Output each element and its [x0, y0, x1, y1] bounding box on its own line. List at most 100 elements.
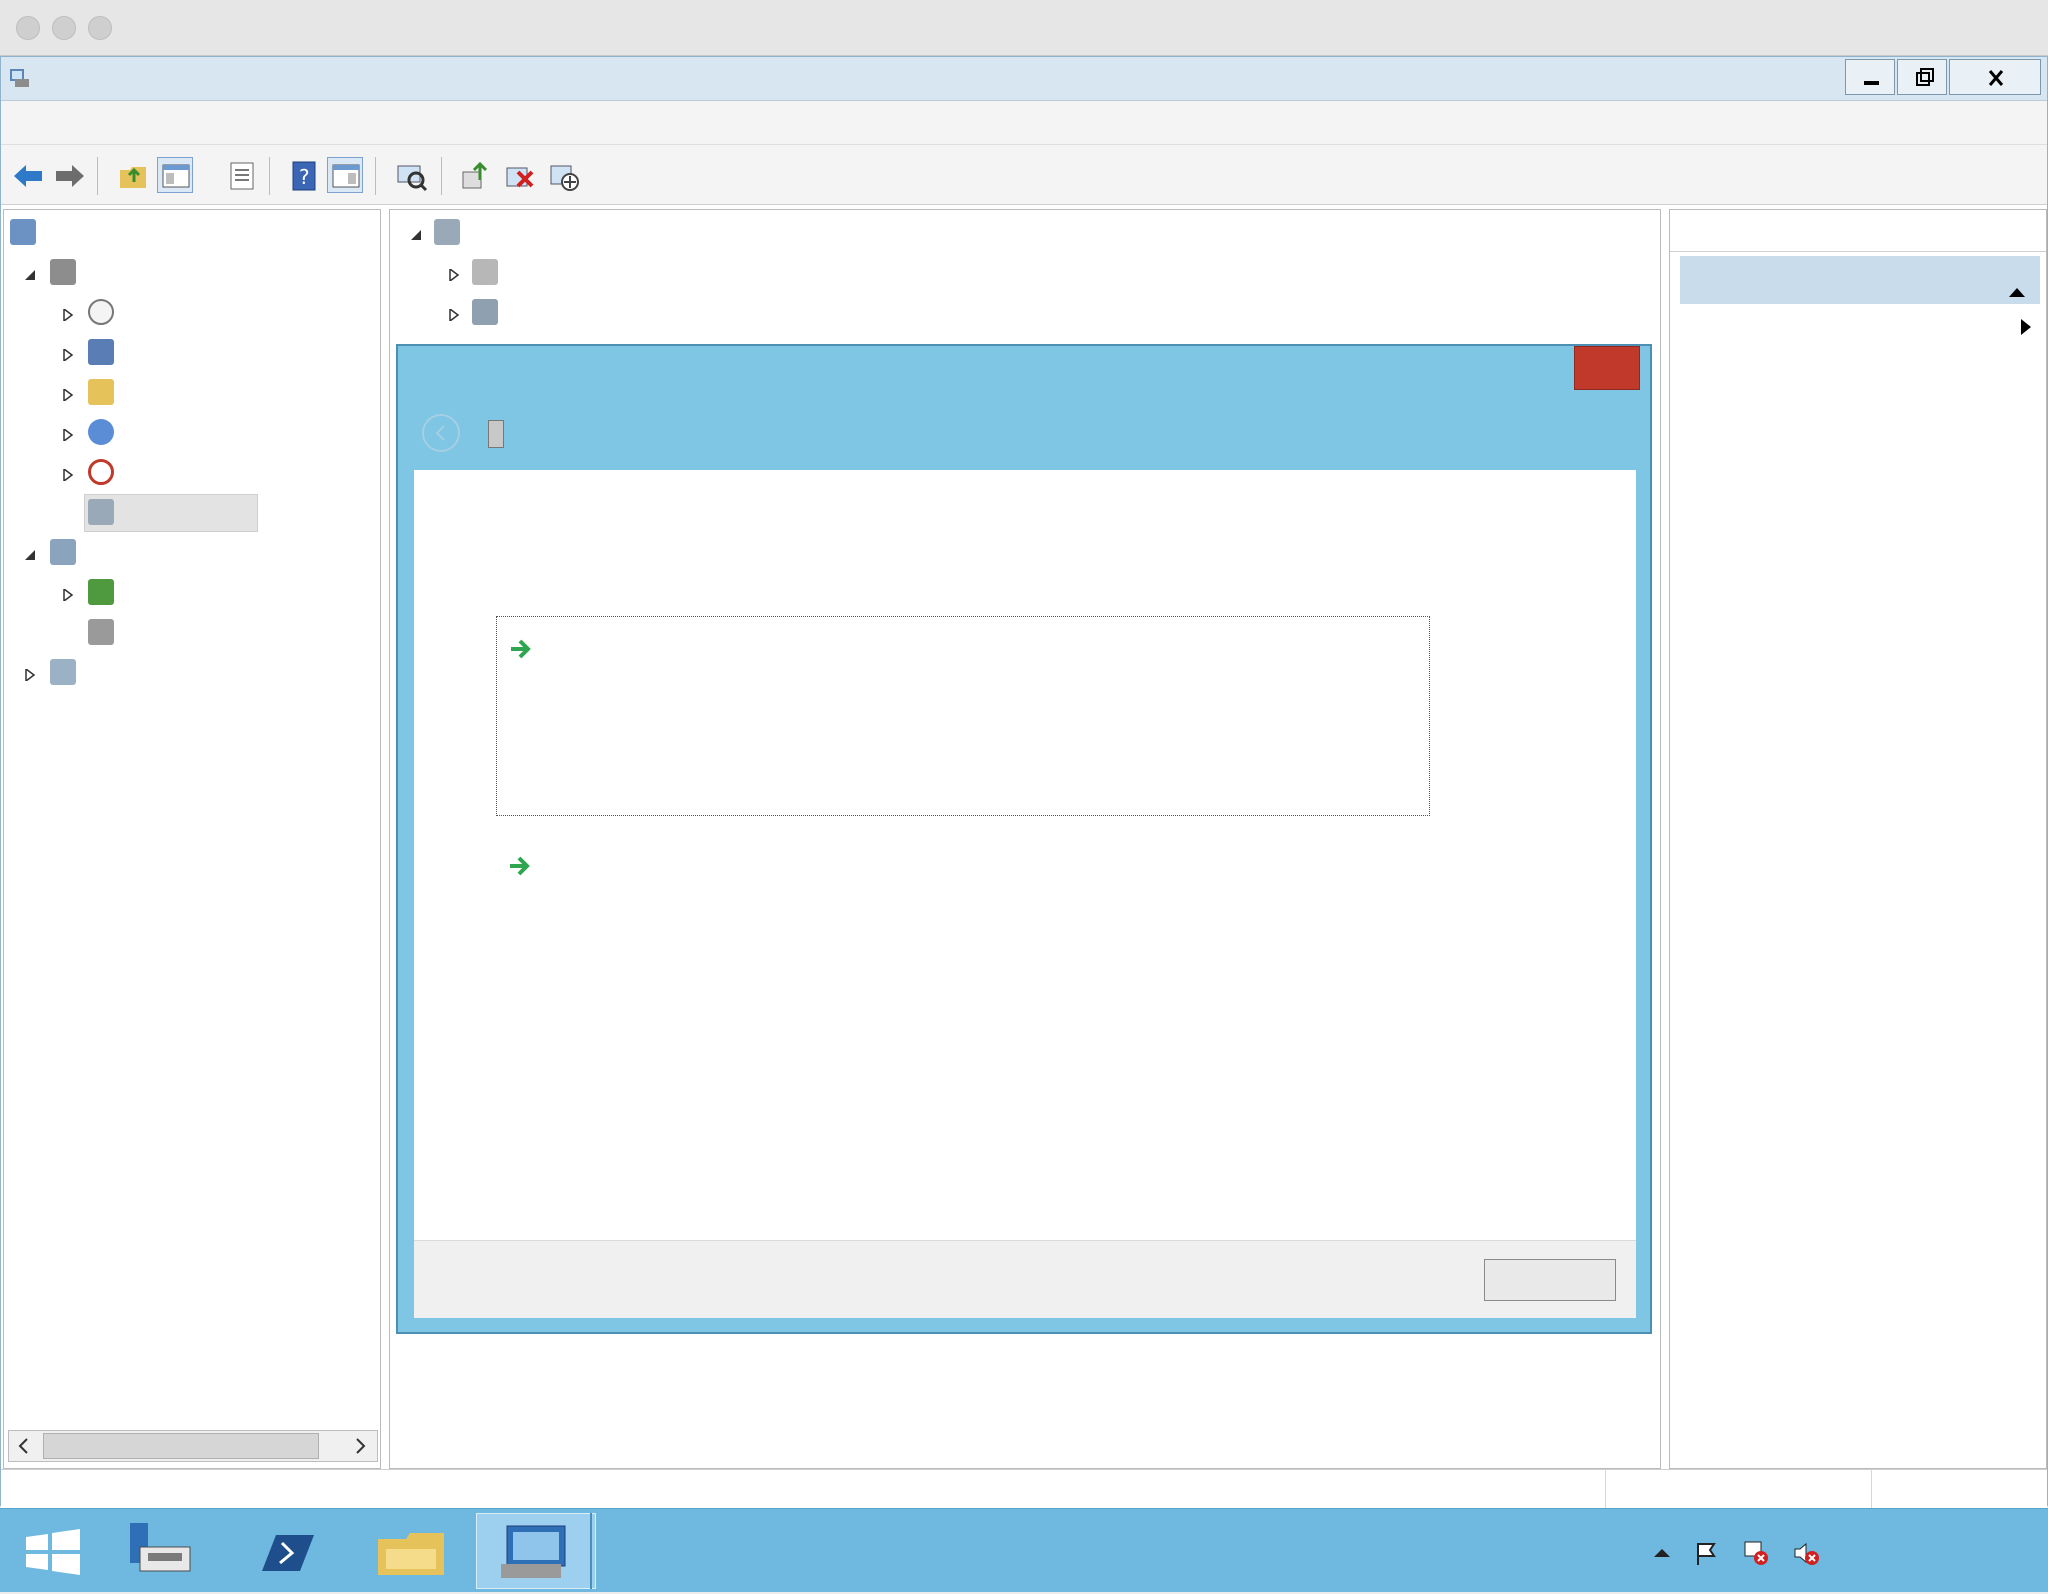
- svg-text:?: ?: [299, 165, 310, 189]
- tree-item-performance[interactable]: [4, 454, 380, 492]
- restore-button[interactable]: [1897, 59, 1947, 95]
- collapsed-arrow-icon[interactable]: [448, 306, 460, 323]
- auto-search-option[interactable]: [496, 616, 1430, 816]
- tree-item-windows-server-backup[interactable]: [4, 574, 380, 612]
- server-manager-icon[interactable]: [98, 1513, 218, 1589]
- tree-item-system-tools[interactable]: [4, 254, 380, 292]
- update-driver-icon[interactable]: [457, 157, 493, 193]
- disk-icon: [88, 619, 114, 645]
- green-arrow-icon: [509, 637, 533, 661]
- collapsed-arrow-icon[interactable]: [62, 586, 74, 603]
- expanded-arrow-icon[interactable]: [24, 266, 36, 280]
- tree-item-storage[interactable]: [4, 534, 380, 572]
- tree-item-task-scheduler[interactable]: [4, 294, 380, 332]
- services-icon: [50, 659, 76, 685]
- action-center-flag-icon[interactable]: [1692, 1539, 1720, 1567]
- collapsed-arrow-icon[interactable]: [62, 306, 74, 323]
- expanded-arrow-icon[interactable]: [410, 226, 422, 240]
- menu-bar: [1, 101, 2047, 145]
- device-root[interactable]: [390, 214, 1590, 252]
- horizontal-scrollbar[interactable]: [8, 1430, 378, 1462]
- computer-icon: [434, 219, 460, 245]
- clock-icon: [88, 299, 114, 325]
- collapse-up-icon[interactable]: [2008, 272, 2026, 297]
- green-arrow-icon: [508, 854, 532, 878]
- computer-management-icon[interactable]: [476, 1513, 596, 1589]
- close-traffic-light[interactable]: [16, 16, 40, 40]
- properties-icon[interactable]: [223, 157, 259, 193]
- dialog-close-button[interactable]: [1574, 346, 1640, 390]
- vnc-title-bar: [0, 0, 2048, 56]
- actions-section[interactable]: [1680, 256, 2040, 304]
- collapsed-arrow-icon[interactable]: [62, 426, 74, 443]
- status-divider: [1871, 1470, 1872, 1510]
- minimize-traffic-light[interactable]: [52, 16, 76, 40]
- tree-item-local-users[interactable]: [4, 414, 380, 452]
- tools-icon: [50, 259, 76, 285]
- collapsed-arrow-icon[interactable]: [448, 266, 460, 283]
- taskbar-divider: [590, 1513, 592, 1589]
- scroll-thumb[interactable]: [43, 1433, 319, 1459]
- taskbar: [0, 1508, 2048, 1592]
- ide-controller-icon: [472, 299, 498, 325]
- back-circle-icon[interactable]: [422, 414, 460, 452]
- close-window-button[interactable]: [1949, 59, 2041, 95]
- uninstall-icon[interactable]: [501, 157, 537, 193]
- collapsed-arrow-icon[interactable]: [62, 346, 74, 363]
- back-icon[interactable]: [9, 157, 45, 193]
- device-dvd[interactable]: [390, 254, 1590, 292]
- up-folder-icon[interactable]: [115, 157, 151, 193]
- collapsed-arrow-icon[interactable]: [62, 386, 74, 403]
- show-hide-action-pane-icon[interactable]: [327, 157, 363, 193]
- scroll-right-icon[interactable]: [349, 1435, 371, 1457]
- tree-item-device-manager[interactable]: [4, 494, 380, 532]
- app-icon: [7, 65, 33, 91]
- storage-icon: [50, 539, 76, 565]
- powershell-icon[interactable]: [226, 1513, 346, 1589]
- dvd-drive-icon: [472, 259, 498, 285]
- status-divider: [1605, 1470, 1606, 1510]
- collapsed-arrow-icon[interactable]: [24, 666, 36, 683]
- shared-folder-icon: [88, 379, 114, 405]
- toolbar: ?: [1, 145, 2047, 205]
- tree-item-root[interactable]: [4, 214, 380, 252]
- tree-item-event-viewer[interactable]: [4, 334, 380, 372]
- show-hidden-icons-icon[interactable]: [1648, 1539, 1676, 1567]
- forward-icon[interactable]: [51, 157, 87, 193]
- disable-icon[interactable]: [545, 157, 581, 193]
- update-driver-dialog: [396, 344, 1652, 1334]
- actions-pane: [1669, 209, 2047, 1469]
- zoom-traffic-light[interactable]: [88, 16, 112, 40]
- menu-view[interactable]: [235, 111, 247, 135]
- network-error-icon[interactable]: [1742, 1539, 1770, 1567]
- browse-option[interactable]: [496, 846, 1430, 936]
- help-icon[interactable]: ?: [285, 157, 321, 193]
- file-explorer-icon[interactable]: [352, 1513, 472, 1589]
- tree-label: [130, 580, 380, 608]
- menu-file[interactable]: [15, 111, 27, 135]
- show-hide-console-tree-icon[interactable]: [157, 157, 193, 193]
- device-ide[interactable]: [390, 294, 1590, 332]
- more-actions-item[interactable]: [1680, 308, 2040, 348]
- minimize-button[interactable]: [1845, 59, 1895, 95]
- toolbar-separator: [97, 157, 98, 195]
- scan-hardware-icon[interactable]: [393, 157, 429, 193]
- status-bar: [1, 1469, 2047, 1510]
- collapsed-arrow-icon[interactable]: [62, 466, 74, 483]
- device-manager-icon: [88, 499, 114, 525]
- expanded-arrow-icon[interactable]: [24, 546, 36, 560]
- cancel-button[interactable]: [1484, 1259, 1616, 1301]
- submenu-arrow-icon: [2020, 318, 2032, 336]
- tree-item-services-apps[interactable]: [4, 654, 380, 692]
- dialog-footer: [414, 1240, 1636, 1318]
- tree-item-shared-folders[interactable]: [4, 374, 380, 412]
- sound-muted-icon[interactable]: [1792, 1539, 1820, 1567]
- event-viewer-icon: [88, 339, 114, 365]
- menu-action[interactable]: [121, 111, 133, 135]
- start-icon[interactable]: [2, 1513, 104, 1589]
- tree-item-disk-management[interactable]: [4, 614, 380, 652]
- menu-help[interactable]: [347, 111, 359, 135]
- users-icon: [88, 419, 114, 445]
- scroll-left-icon[interactable]: [13, 1435, 35, 1457]
- toolbar-separator: [269, 157, 270, 195]
